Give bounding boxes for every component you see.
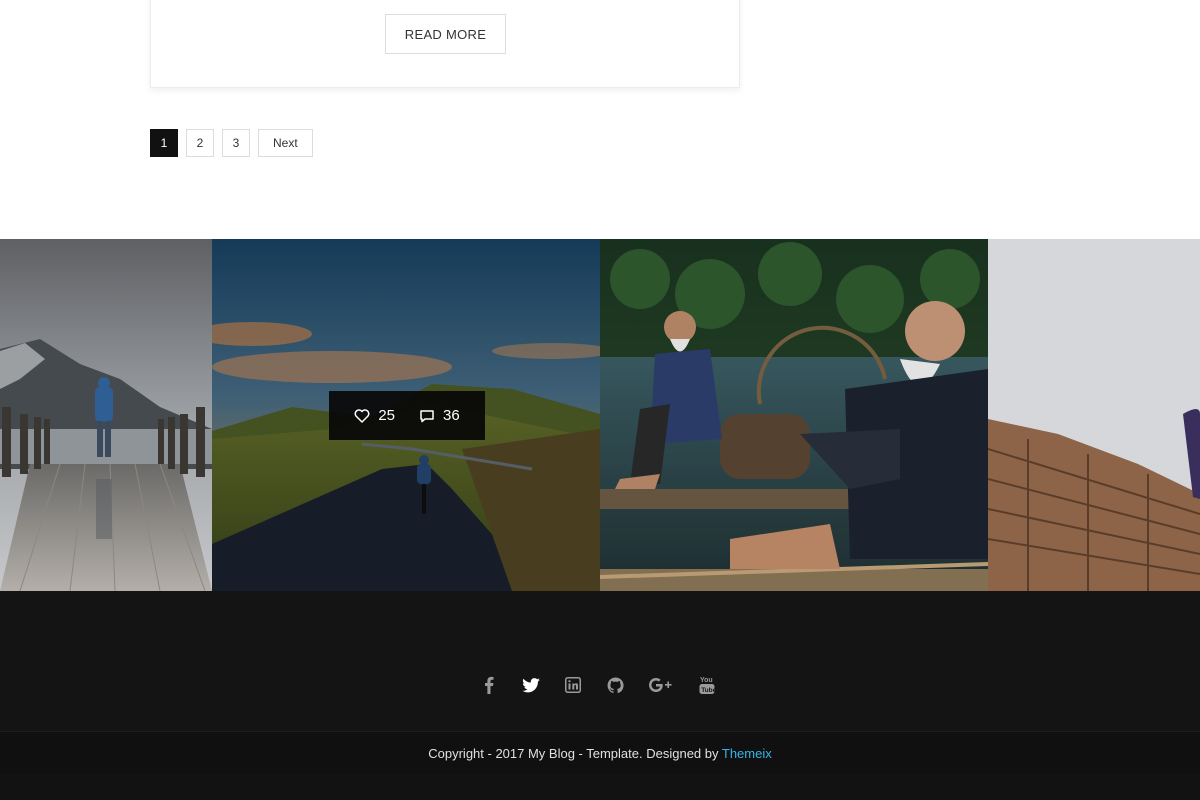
gallery-tile-pier[interactable] xyxy=(0,239,212,591)
footer: You Tube xyxy=(0,591,1200,731)
facebook-icon[interactable] xyxy=(480,676,498,694)
copyright-text: Copyright - 2017 My Blog - Template. Des… xyxy=(428,746,719,761)
comments-count: 36 xyxy=(443,407,460,424)
comment-icon xyxy=(420,409,434,422)
likes-count: 25 xyxy=(378,407,395,424)
page-1-link[interactable]: 1 xyxy=(150,129,178,157)
svg-text:Tube: Tube xyxy=(701,687,715,694)
gallery-tile-wall[interactable] xyxy=(988,239,1200,591)
twitter-icon[interactable] xyxy=(522,676,540,694)
next-page-link[interactable]: Next xyxy=(258,129,313,157)
post-card: READ MORE xyxy=(150,0,740,88)
heart-icon xyxy=(354,408,370,423)
likes-stat[interactable]: 25 xyxy=(354,407,395,424)
github-icon[interactable] xyxy=(606,676,624,694)
read-more-button[interactable]: READ MORE xyxy=(385,14,506,54)
youtube-icon[interactable]: You Tube xyxy=(698,676,716,694)
post-stats-overlay: 25 36 xyxy=(329,391,485,440)
svg-text:You: You xyxy=(700,677,713,684)
footer-end-bar xyxy=(0,774,1200,800)
gallery-tile-fishermen[interactable] xyxy=(600,239,988,591)
instagram-gallery: 25 36 xyxy=(0,239,1200,591)
page-3-link[interactable]: 3 xyxy=(222,129,250,157)
google-plus-icon[interactable] xyxy=(648,676,674,694)
linkedin-icon[interactable] xyxy=(564,676,582,694)
designer-link[interactable]: Themeix xyxy=(722,746,772,761)
copyright: Copyright - 2017 My Blog - Template. Des… xyxy=(0,746,1200,761)
pagination: 1 2 3 Next xyxy=(150,129,313,157)
page-2-link[interactable]: 2 xyxy=(186,129,214,157)
comments-stat[interactable]: 36 xyxy=(419,407,460,424)
gallery-tile-cyclist[interactable]: 25 36 xyxy=(212,239,600,591)
social-links: You Tube xyxy=(480,676,716,694)
